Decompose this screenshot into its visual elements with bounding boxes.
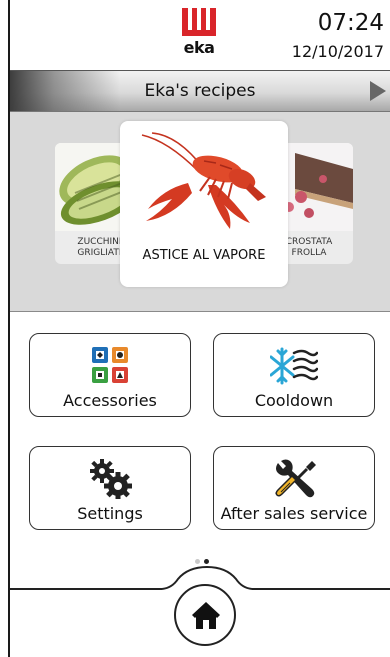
page-dot-active — [204, 559, 209, 564]
clock-date: 12/10/2017 — [291, 42, 384, 61]
cooldown-button[interactable]: Cooldown — [213, 333, 375, 417]
brand-name: eka — [183, 38, 215, 57]
home-icon — [192, 602, 220, 629]
snowflake-wind-icon — [269, 346, 319, 390]
tools-icon — [272, 459, 316, 505]
page-dot-inactive — [195, 559, 200, 564]
after-sales-service-button[interactable]: After sales service — [213, 446, 375, 530]
recipes-title-bar[interactable]: Eka's recipes — [10, 70, 390, 112]
settings-label: Settings — [77, 504, 143, 523]
cooldown-label: Cooldown — [254, 391, 334, 410]
eka-logo: eka — [181, 8, 217, 57]
home-button[interactable] — [174, 584, 236, 646]
header: eka 07:24 12/10/2017 — [10, 0, 390, 70]
page-title: Eka's recipes — [144, 81, 256, 101]
accessories-label: Accessories — [63, 391, 157, 410]
lobster-image — [141, 132, 266, 229]
recipe-carousel[interactable]: ZUCCHINE GRIGLIATE CROSTATA FROLLA ASTIC… — [10, 112, 390, 312]
recipe-caption-main: ASTICE AL VAPORE — [142, 248, 266, 263]
after-sales-label: After sales service — [220, 504, 368, 523]
gears-icon — [88, 459, 132, 503]
accessories-grid-icon — [91, 346, 129, 388]
settings-button[interactable]: Settings — [29, 446, 191, 530]
clock-time: 07:24 — [317, 10, 384, 36]
recipe-card-astice[interactable]: ASTICE AL VAPORE — [120, 121, 288, 287]
chevron-right-icon[interactable] — [370, 81, 386, 101]
accessories-button[interactable]: Accessories — [29, 333, 191, 417]
